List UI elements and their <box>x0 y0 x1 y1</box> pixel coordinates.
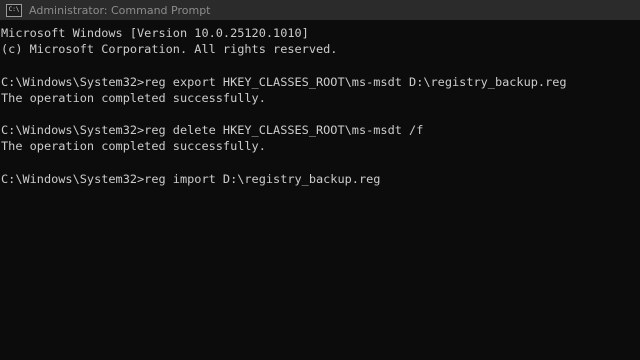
command-input-line[interactable]: C:\Windows\System32>reg import D:\regist… <box>1 171 637 187</box>
console-output[interactable]: Microsoft Windows [Version 10.0.25120.10… <box>1 25 637 187</box>
console-line-4: C:\Windows\System32>reg export HKEY_CLAS… <box>1 74 567 89</box>
console-line-7: C:\Windows\System32>reg delete HKEY_CLAS… <box>1 123 424 138</box>
console-line-2: (c) Microsoft Corporation. All rights re… <box>1 42 338 57</box>
console-line-6 <box>1 106 637 122</box>
console-line-9 <box>1 155 637 171</box>
title-bar[interactable]: C:\ Administrator: Command Prompt <box>0 0 640 20</box>
command-prompt-icon: C:\ <box>6 3 22 17</box>
window-title: Administrator: Command Prompt <box>29 3 211 17</box>
console-line-5: The operation completed successfully. <box>1 90 266 105</box>
console-line-3 <box>1 57 637 73</box>
console-line-8: The operation completed successfully. <box>1 139 266 154</box>
command-prompt-window: C:\ Administrator: Command Prompt Micros… <box>0 0 640 360</box>
console-line-1: Microsoft Windows [Version 10.0.25120.10… <box>1 26 309 40</box>
